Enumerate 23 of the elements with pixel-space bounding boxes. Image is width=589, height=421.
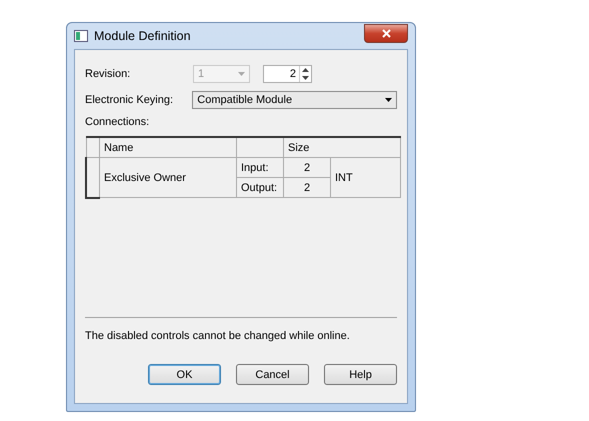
window-icon bbox=[74, 30, 88, 42]
keying-label: Electronic Keying: bbox=[85, 94, 174, 106]
dialog-button[interactable]: OK bbox=[148, 364, 221, 385]
table-cell: Exclusive Owner bbox=[100, 158, 236, 198]
note-text: The disabled controls cannot be changed while online. bbox=[85, 330, 351, 342]
caret-icon bbox=[385, 98, 392, 102]
table-cell: Input: bbox=[236, 158, 284, 178]
spin-arrows-icon bbox=[300, 66, 311, 82]
window-title: Module Definition bbox=[94, 29, 192, 43]
column-header: Size bbox=[284, 137, 400, 158]
keying-dropdown[interactable]: Compatible Module bbox=[192, 91, 397, 109]
table-cell: INT bbox=[330, 158, 400, 198]
column-header: Name bbox=[100, 137, 236, 158]
close-icon bbox=[382, 28, 390, 38]
table-cell: Output: bbox=[236, 178, 284, 198]
minor-revision-spinner[interactable]: 2 bbox=[263, 65, 312, 83]
table-cell: 2 bbox=[284, 158, 330, 178]
dialog-button[interactable]: Help bbox=[324, 364, 397, 385]
close-button[interactable] bbox=[364, 24, 408, 42]
dialog-button[interactable]: Cancel bbox=[236, 364, 309, 385]
revision-label: Revision: bbox=[85, 68, 132, 80]
connections-label: Connections: bbox=[85, 116, 150, 128]
caret-icon bbox=[238, 72, 245, 76]
